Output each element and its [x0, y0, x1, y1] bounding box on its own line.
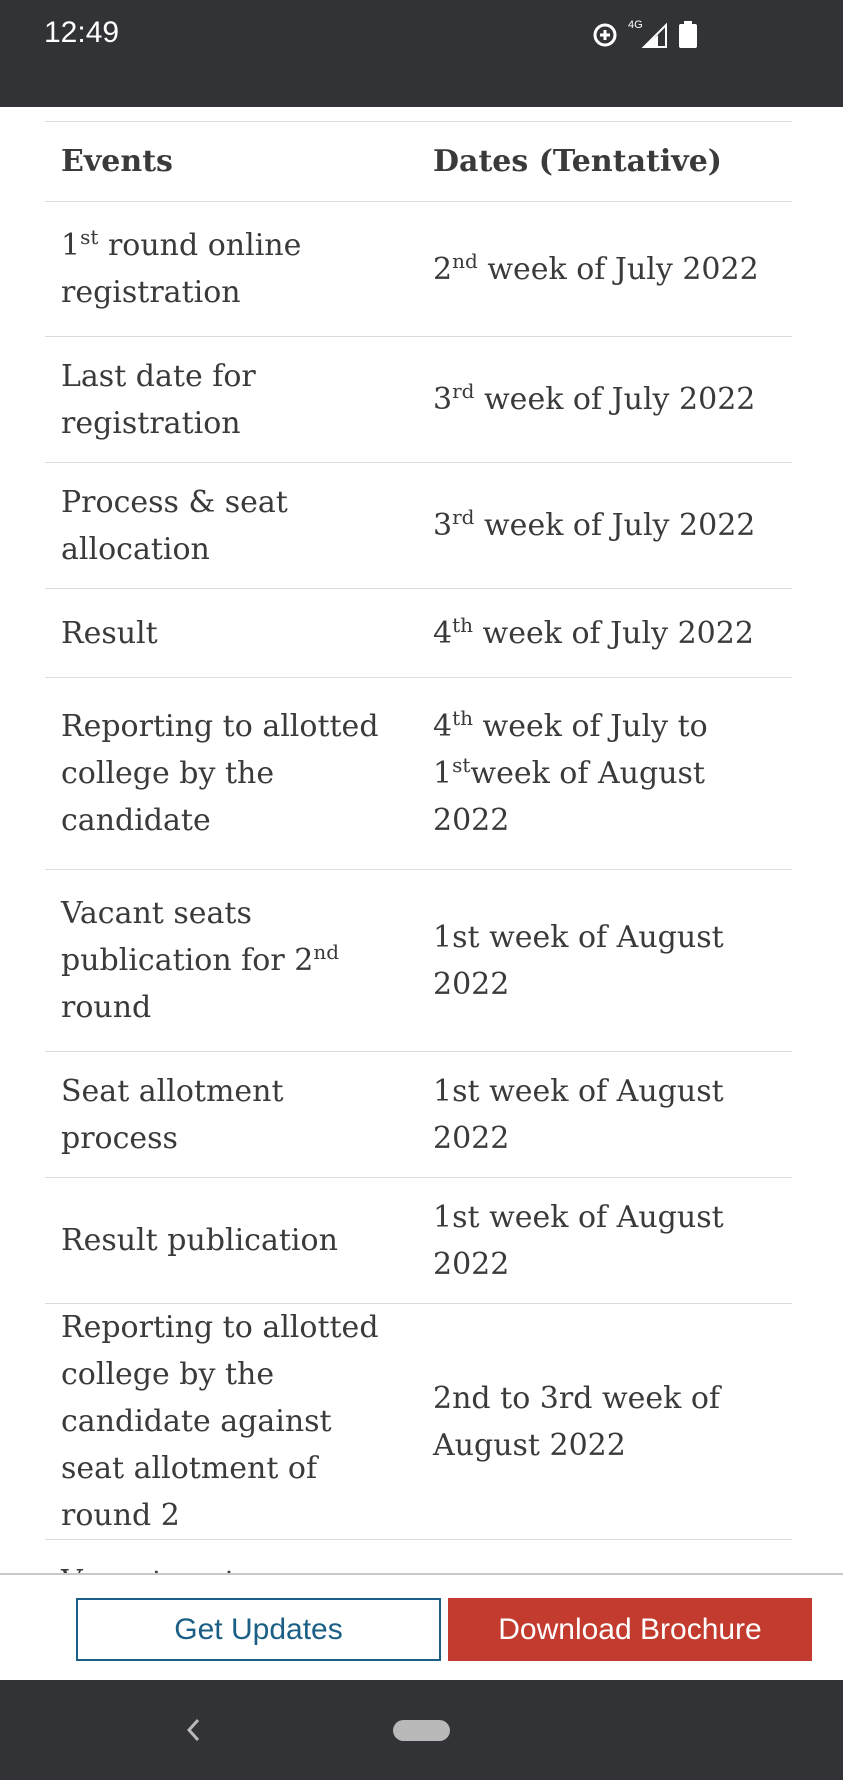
table-row: Last date for registration 3rd week of Ju…	[45, 336, 792, 463]
event-cell: Vacant seats publication for 2nd round	[45, 870, 417, 1052]
cell-text: Reporting to allotted college by the can…	[61, 1310, 379, 1533]
superscript-text: st	[452, 753, 471, 777]
cell-text: week of July 2022	[474, 508, 756, 543]
cell-text: week of August 2022	[433, 756, 705, 838]
system-nav-bar	[0, 1680, 843, 1780]
cell-text: 1st week of August 2022	[433, 1199, 724, 1282]
cell-text: round online registration	[61, 228, 302, 310]
cell-text: 2nd to 3rd week of August 2022	[433, 1380, 721, 1463]
event-cell: Reporting to allotted college by the can…	[45, 678, 417, 870]
date-cell: 1st week of August 2022	[417, 870, 792, 1052]
cell-text: Seat allotment process	[61, 1073, 284, 1156]
event-cell: Last date for registration	[45, 337, 417, 463]
get-updates-button[interactable]: Get Updates	[76, 1598, 441, 1661]
event-cell: Result publication	[45, 1178, 417, 1304]
cell-text: 2	[433, 251, 453, 287]
event-cell: Reporting to allotted college by the can…	[45, 1304, 417, 1540]
cell-text: Process & seat allocation	[61, 484, 288, 567]
date-cell: 1st week of August 2022	[417, 1178, 792, 1304]
cell-text: 4	[433, 709, 453, 744]
cell-text: 1st week of August 2022	[433, 919, 724, 1002]
table-row: Result 4th week of July 2022	[45, 588, 792, 678]
date-cell	[417, 1540, 792, 1574]
superscript-text: th	[452, 706, 474, 730]
superscript-text: th	[452, 612, 474, 637]
superscript-text: st	[80, 225, 99, 249]
table-row: Seat allotment process 1st week of August…	[45, 1051, 792, 1178]
date-cell: 4th week of July 2022	[417, 589, 792, 678]
download-brochure-button[interactable]: Download Brochure	[448, 1598, 812, 1661]
event-cell: Seat allotment process	[45, 1052, 417, 1178]
cell-text: week of July 2022	[473, 615, 754, 651]
table-row: Vacant seats publication for 2nd round 1s…	[45, 869, 792, 1052]
header-events: Events	[61, 144, 173, 179]
cell-text: round	[61, 990, 152, 1025]
event-cell: 1st round online registration	[45, 202, 417, 337]
cell-text: 3	[433, 508, 453, 543]
table-row: Vacant seats	[45, 1539, 792, 1574]
superscript-text: rd	[452, 379, 475, 403]
battery-icon	[678, 21, 698, 49]
date-cell: 2nd week of July 2022	[417, 202, 792, 337]
date-cell: 3rd week of July 2022	[417, 337, 792, 463]
cell-text: Reporting to allotted college by the can…	[61, 709, 379, 838]
date-cell: 2nd to 3rd week of August 2022	[417, 1304, 792, 1540]
page-content: Events Dates (Tentative) 1st round onlin…	[0, 107, 843, 1573]
event-cell: Result	[45, 589, 417, 678]
cell-text: week of July 2022	[477, 251, 759, 287]
table-body: 1st round online registration 2nd week of…	[45, 201, 792, 1574]
table-row: Reporting to allotted college by the can…	[45, 1303, 792, 1540]
cell-text: week of July 2022	[474, 382, 756, 417]
schedule-table: Events Dates (Tentative) 1st round onlin…	[45, 121, 792, 1573]
table-row: Result publication 1st week of August 202…	[45, 1177, 792, 1304]
table-row: 1st round online registration 2nd week of…	[45, 201, 792, 337]
data-saver-icon	[592, 22, 618, 48]
cell-text: Vacant seats publication for 2	[61, 896, 314, 978]
bottom-action-bar: Get Updates Download Brochure	[0, 1573, 843, 1680]
cell-text: 3	[433, 382, 453, 417]
table-header-row: Events Dates (Tentative)	[45, 121, 792, 202]
superscript-text: nd	[313, 940, 339, 964]
cell-text: Last date for registration	[61, 358, 256, 441]
superscript-text: nd	[452, 248, 478, 273]
home-pill-icon[interactable]	[393, 1720, 450, 1741]
header-dates: Dates (Tentative)	[433, 144, 722, 179]
superscript-text: rd	[452, 505, 475, 529]
status-icons: 4G	[592, 18, 698, 52]
table-row: Process & seat allocation 3rd week of Jul…	[45, 462, 792, 589]
network-type-icon: 4G	[628, 19, 668, 49]
event-cell: Process & seat allocation	[45, 463, 417, 589]
back-icon[interactable]	[178, 1710, 208, 1750]
date-cell: 3rd week of July 2022	[417, 463, 792, 589]
cell-text: 1st week of August 2022	[433, 1073, 724, 1156]
date-cell: 4th week of July to 1stweek of August 20…	[417, 678, 792, 870]
date-cell: 1st week of August 2022	[417, 1052, 792, 1178]
cell-text: Vacant seats	[61, 1564, 252, 1573]
cell-text: 1	[61, 228, 81, 263]
cell-text: Result	[61, 615, 158, 651]
table-row: Reporting to allotted college by the can…	[45, 677, 792, 870]
event-cell: Vacant seats	[45, 1540, 417, 1573]
status-time: 12:49	[44, 16, 120, 49]
cell-text: Result publication	[61, 1223, 338, 1258]
cell-text: 4	[433, 615, 453, 651]
status-bar: 12:49 4G	[0, 0, 843, 107]
